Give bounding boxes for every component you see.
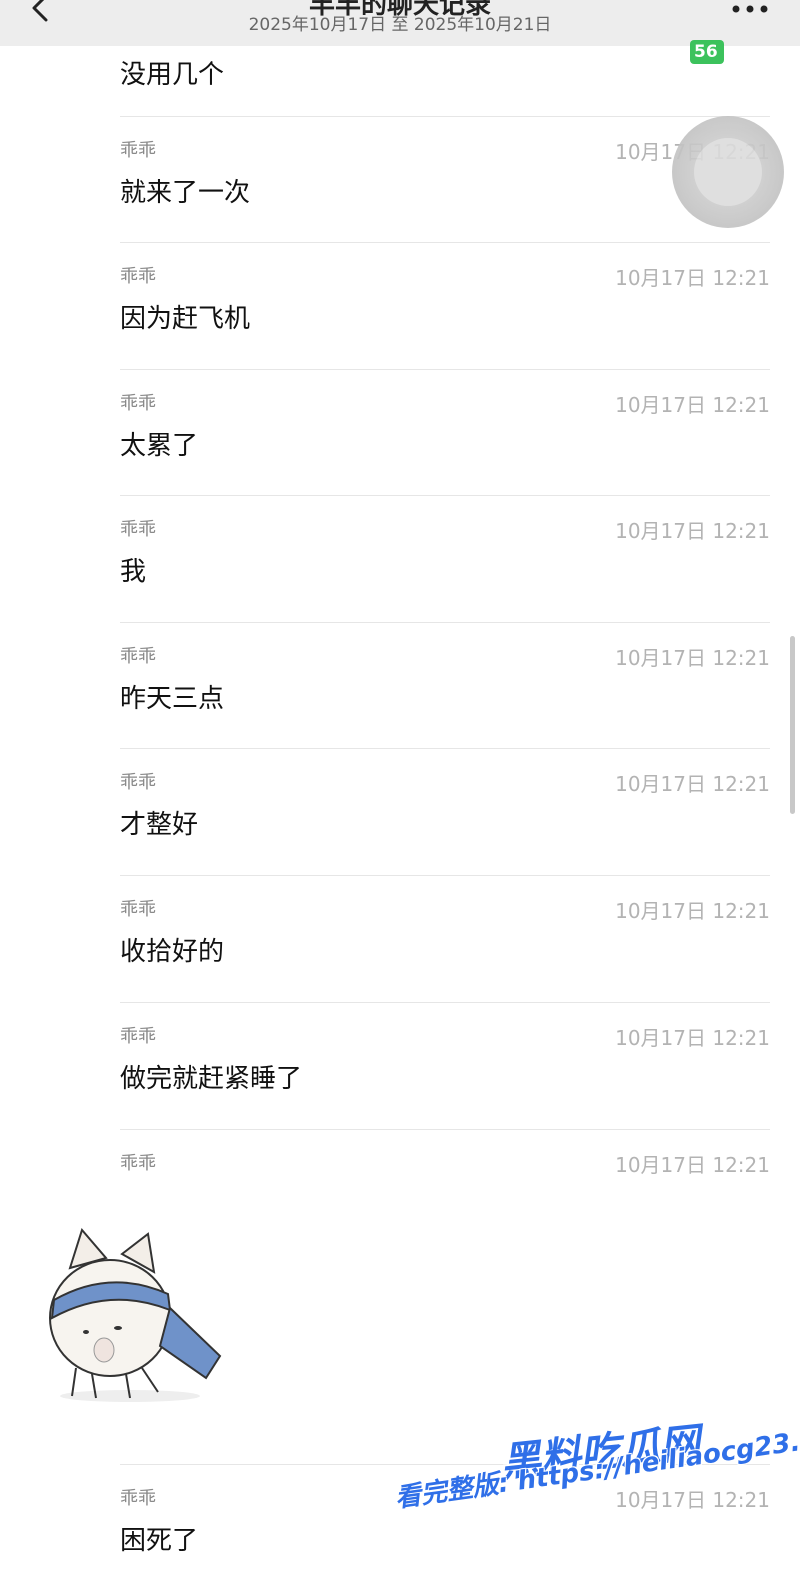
sender-name: 乖乖 <box>120 519 156 540</box>
message-text: 做完就赶紧睡了 <box>120 1064 303 1094</box>
sender-name: 乖乖 <box>120 772 156 793</box>
timestamp: 10月17日 12:21 <box>615 1026 770 1050</box>
nav-bar: 丰丰的聊天记录 2025年10月17日 至 2025年10月21日 <box>0 0 800 46</box>
timestamp: 10月17日 12:21 <box>615 1488 770 1512</box>
floating-button-core <box>694 138 762 206</box>
timestamp: 10月17日 12:21 <box>615 519 770 543</box>
message-text: 就来了一次 <box>120 178 251 208</box>
list-item[interactable]: 乖乖 10月17日 12:21 收拾好的 <box>120 875 770 1001</box>
unread-badge: 56 <box>690 40 724 64</box>
message-text: 太累了 <box>120 431 199 461</box>
sender-name: 乖乖 <box>120 646 156 667</box>
list-item[interactable]: 乖乖 10月17日 12:21 昨天三点 <box>120 622 770 748</box>
more-dots-icon[interactable] <box>730 4 770 14</box>
scrollbar[interactable] <box>790 636 795 814</box>
sender-name: 乖乖 <box>120 899 156 920</box>
timestamp: 10月17日 12:21 <box>615 1153 770 1177</box>
sender-name: 乖乖 <box>120 1488 156 1509</box>
message-text: 收拾好的 <box>120 937 225 967</box>
message-text: 我 <box>120 557 147 587</box>
timestamp: 10月17日 12:21 <box>615 772 770 796</box>
sender-name: 乖乖 <box>120 140 156 161</box>
timestamp: 10月17日 12:21 <box>615 646 770 670</box>
message-text: 没用几个 <box>120 60 225 90</box>
sender-name: 乖乖 <box>120 1153 156 1174</box>
sender-name: 乖乖 <box>120 393 156 414</box>
list-item[interactable]: 乖乖 10月17日 12:21 我 <box>120 495 770 621</box>
date-range: 2025年10月17日 至 2025年10月21日 <box>248 15 552 35</box>
cat-sticker-icon[interactable] <box>30 1228 230 1408</box>
message-text: 困死了 <box>120 1526 199 1556</box>
timestamp: 10月17日 12:21 <box>615 266 770 290</box>
message-text: 才整好 <box>120 810 199 840</box>
list-item[interactable]: 乖乖 10月17日 12:21 太累了 <box>120 369 770 495</box>
timestamp: 10月17日 12:21 <box>615 899 770 923</box>
list-item[interactable]: 乖乖 10月17日 12:21 因为赶飞机 <box>120 242 770 368</box>
message-text: 因为赶飞机 <box>120 304 251 334</box>
list-item[interactable]: 乖乖 10月17日 12:21 做完就赶紧睡了 <box>120 1002 770 1128</box>
message-text: 昨天三点 <box>120 684 225 714</box>
timestamp: 10月17日 12:21 <box>615 393 770 417</box>
list-item[interactable]: 乖乖 10月17日 12:21 才整好 <box>120 748 770 874</box>
sender-name: 乖乖 <box>120 266 156 287</box>
sender-name: 乖乖 <box>120 1026 156 1047</box>
floating-action-button[interactable] <box>672 116 784 228</box>
